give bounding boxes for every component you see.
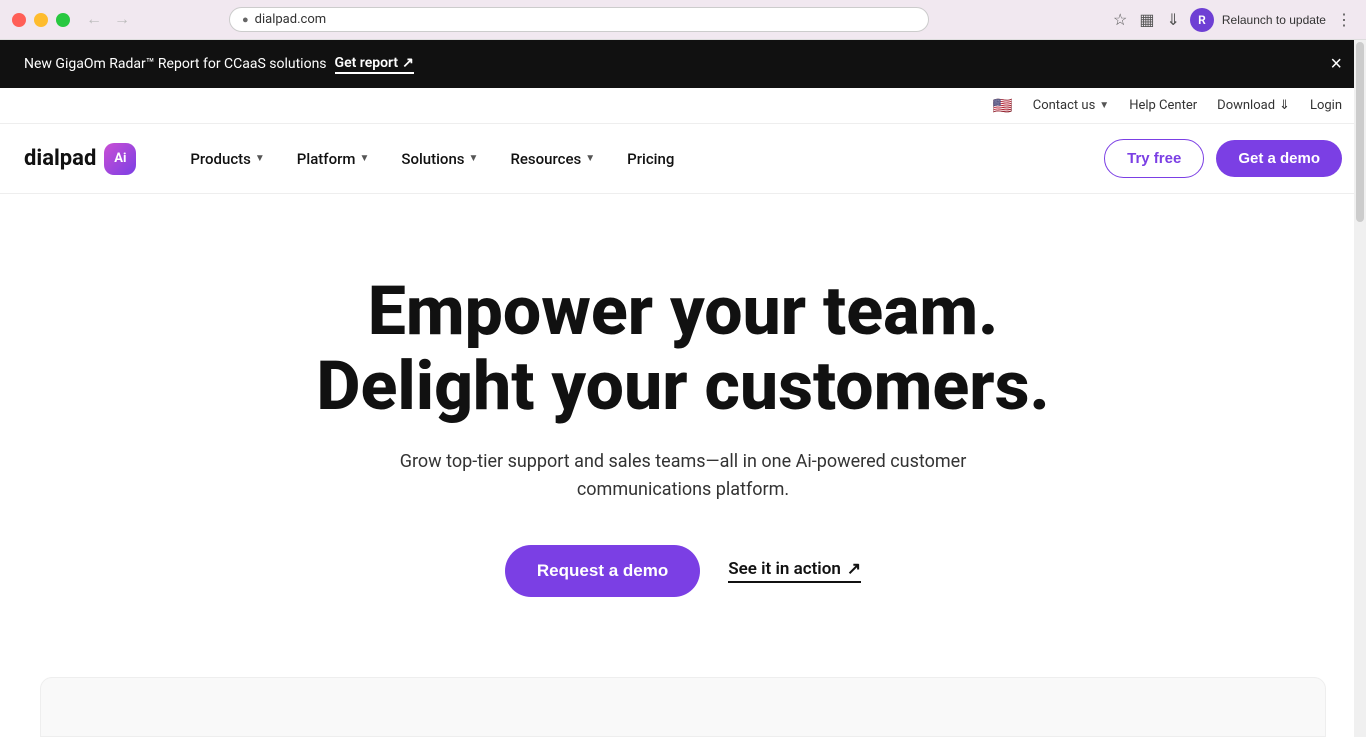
preview-container (40, 677, 1326, 737)
announcement-banner: New GigaOm Radar™ Report for CCaaS solut… (0, 40, 1366, 88)
nav-pricing[interactable]: Pricing (613, 142, 688, 176)
browser-actions: ☆ ▦ ⇓ R Relaunch to update ⋮ (1111, 8, 1354, 32)
logo-ai-badge: Ai (104, 143, 136, 175)
menu-icon[interactable]: ⋮ (1334, 8, 1354, 32)
minimize-button[interactable] (34, 13, 48, 27)
help-center-item[interactable]: Help Center (1129, 98, 1197, 113)
star-icon[interactable]: ☆ (1111, 8, 1129, 32)
scrollbar[interactable] (1354, 40, 1366, 737)
banner-text: New GigaOm Radar™ Report for CCaaS solut… (24, 55, 414, 74)
login-item[interactable]: Login (1310, 98, 1342, 113)
logo[interactable]: dialpad Ai (24, 143, 136, 175)
download-arrow-icon: ⇓ (1279, 98, 1290, 113)
logo-text: dialpad (24, 146, 96, 171)
nav-items: Products ▼ Platform ▼ Solutions ▼ Resour… (176, 142, 1104, 176)
scrollbar-thumb[interactable] (1356, 42, 1364, 222)
contact-us-label: Contact us (1033, 98, 1096, 113)
solutions-chevron-icon: ▼ (469, 153, 479, 164)
main-nav: dialpad Ai Products ▼ Platform ▼ Solutio… (0, 124, 1366, 194)
browser-chrome: ← → ● dialpad.com ☆ ▦ ⇓ R Relaunch to up… (0, 0, 1366, 40)
extensions-icon[interactable]: ▦ (1137, 8, 1156, 32)
maximize-button[interactable] (56, 13, 70, 27)
address-bar[interactable]: ● dialpad.com (229, 7, 929, 32)
nav-resources[interactable]: Resources ▼ (496, 142, 609, 176)
close-button[interactable] (12, 13, 26, 27)
banner-message: New GigaOm Radar™ Report for CCaaS solut… (24, 56, 327, 72)
profile-button[interactable]: R (1190, 8, 1214, 32)
download-item[interactable]: Download ⇓ (1217, 98, 1290, 113)
hero-subtitle: Grow top-tier support and sales teams—al… (343, 448, 1023, 506)
contact-chevron-icon: ▼ (1099, 100, 1109, 111)
resources-chevron-icon: ▼ (585, 153, 595, 164)
try-free-button[interactable]: Try free (1104, 139, 1204, 178)
download-icon[interactable]: ⇓ (1164, 8, 1181, 32)
hero-section: Empower your team. Delight your customer… (0, 194, 1366, 657)
hero-title: Empower your team. Delight your customer… (316, 274, 1049, 424)
hero-actions: Request a demo See it in action ↗ (505, 545, 861, 597)
security-icon: ● (242, 13, 249, 26)
flag-icon: 🇺🇸 (993, 96, 1013, 115)
hero-title-line2: Delight your customers. (316, 346, 1049, 426)
download-label: Download (1217, 98, 1275, 113)
contact-us-item[interactable]: Contact us ▼ (1033, 98, 1109, 113)
back-button[interactable]: ← (82, 9, 106, 31)
platform-chevron-icon: ▼ (359, 153, 369, 164)
nav-products[interactable]: Products ▼ (176, 142, 278, 176)
banner-close-button[interactable]: × (1330, 54, 1342, 74)
flag-item[interactable]: 🇺🇸 (993, 96, 1013, 115)
relaunch-button[interactable]: Relaunch to update (1222, 13, 1326, 27)
url-text: dialpad.com (255, 12, 326, 27)
see-in-action-link[interactable]: See it in action ↗ (728, 559, 861, 583)
nav-actions: Try free Get a demo (1104, 139, 1342, 178)
nav-solutions[interactable]: Solutions ▼ (387, 142, 492, 176)
request-demo-button[interactable]: Request a demo (505, 545, 700, 597)
nav-platform[interactable]: Platform ▼ (283, 142, 384, 176)
help-center-label: Help Center (1129, 98, 1197, 113)
banner-link[interactable]: Get report ↗ (335, 55, 414, 74)
forward-button[interactable]: → (110, 9, 134, 31)
utility-bar: 🇺🇸 Contact us ▼ Help Center Download ⇓ L… (0, 88, 1366, 124)
get-demo-button[interactable]: Get a demo (1216, 140, 1342, 177)
hero-title-line1: Empower your team. (368, 271, 999, 351)
login-label: Login (1310, 98, 1342, 113)
products-chevron-icon: ▼ (255, 153, 265, 164)
